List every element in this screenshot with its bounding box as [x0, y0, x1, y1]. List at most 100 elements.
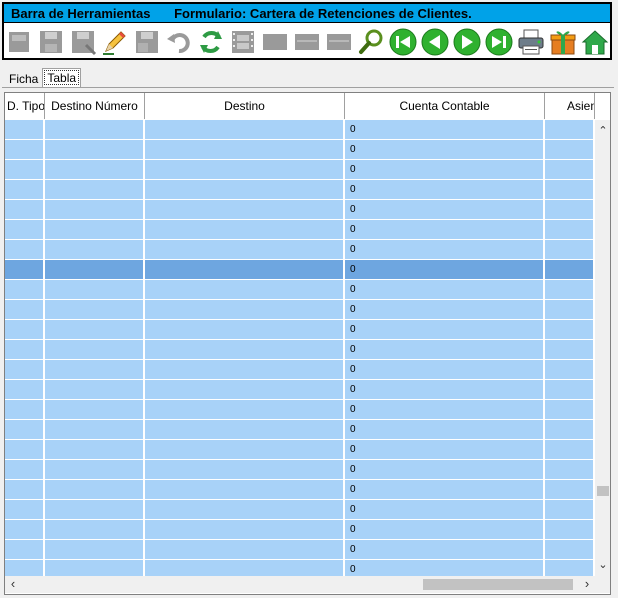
table-row[interactable]: 0: [5, 360, 595, 380]
table-row[interactable]: 0: [5, 220, 595, 240]
cell-destino-numero[interactable]: [45, 340, 145, 359]
cell-destino[interactable]: [145, 500, 345, 519]
vertical-scrollbar[interactable]: ⌃ ⌄: [595, 120, 610, 576]
cell-asiento[interactable]: [545, 280, 595, 299]
cell-cuenta-contable[interactable]: 0: [345, 540, 545, 559]
cell-destino[interactable]: [145, 140, 345, 159]
table-row[interactable]: 0: [5, 140, 595, 160]
cell-asiento[interactable]: [545, 360, 595, 379]
cell-cuenta-contable[interactable]: 0: [345, 120, 545, 139]
cell-d-tipo[interactable]: [5, 460, 45, 479]
cell-destino[interactable]: [145, 360, 345, 379]
cell-asiento[interactable]: [545, 260, 595, 279]
cell-destino[interactable]: [145, 220, 345, 239]
cell-d-tipo[interactable]: [5, 500, 45, 519]
horizontal-scrollbar[interactable]: ‹ ›: [5, 576, 595, 593]
cell-asiento[interactable]: [545, 480, 595, 499]
cell-destino[interactable]: [145, 200, 345, 219]
cell-destino-numero[interactable]: [45, 360, 145, 379]
cell-d-tipo[interactable]: [5, 440, 45, 459]
cell-destino[interactable]: [145, 520, 345, 539]
cell-destino-numero[interactable]: [45, 420, 145, 439]
table-row[interactable]: 0: [5, 400, 595, 420]
cell-asiento[interactable]: [545, 220, 595, 239]
cell-asiento[interactable]: [545, 120, 595, 139]
cell-destino[interactable]: [145, 260, 345, 279]
cell-cuenta-contable[interactable]: 0: [345, 140, 545, 159]
cell-destino-numero[interactable]: [45, 160, 145, 179]
cell-destino-numero[interactable]: [45, 440, 145, 459]
table-row[interactable]: 0: [5, 340, 595, 360]
cell-destino[interactable]: [145, 540, 345, 559]
cell-d-tipo[interactable]: [5, 360, 45, 379]
table-row[interactable]: 0: [5, 420, 595, 440]
last-record-button[interactable]: [484, 27, 514, 57]
column-header-destino[interactable]: Destino: [145, 93, 345, 119]
cell-destino[interactable]: [145, 440, 345, 459]
cell-destino[interactable]: [145, 280, 345, 299]
cell-destino-numero[interactable]: [45, 460, 145, 479]
cell-cuenta-contable[interactable]: 0: [345, 400, 545, 419]
cell-asiento[interactable]: [545, 300, 595, 319]
refresh-button[interactable]: [196, 27, 226, 57]
table-row[interactable]: 0: [5, 480, 595, 500]
column-header-d-tipo[interactable]: D. Tipo: [5, 93, 45, 119]
next-record-button[interactable]: [452, 27, 482, 57]
cell-asiento[interactable]: [545, 340, 595, 359]
tab-tabla[interactable]: Tabla: [42, 68, 82, 87]
cell-destino-numero[interactable]: [45, 300, 145, 319]
cell-asiento[interactable]: [545, 160, 595, 179]
gift-button[interactable]: [548, 27, 578, 57]
cell-destino[interactable]: [145, 480, 345, 499]
table-row[interactable]: 0: [5, 440, 595, 460]
cell-cuenta-contable[interactable]: 0: [345, 500, 545, 519]
cell-d-tipo[interactable]: [5, 420, 45, 439]
table-row[interactable]: 0: [5, 120, 595, 140]
table-row[interactable]: 0: [5, 180, 595, 200]
column-header-asiento[interactable]: Asien: [545, 93, 595, 119]
table-row[interactable]: 0: [5, 160, 595, 180]
home-button[interactable]: [580, 27, 610, 57]
search-button[interactable]: [356, 27, 386, 57]
cell-destino[interactable]: [145, 320, 345, 339]
cell-destino-numero[interactable]: [45, 400, 145, 419]
cell-d-tipo[interactable]: [5, 240, 45, 259]
cell-asiento[interactable]: [545, 440, 595, 459]
cell-asiento[interactable]: [545, 200, 595, 219]
cell-destino-numero[interactable]: [45, 140, 145, 159]
cell-destino-numero[interactable]: [45, 120, 145, 139]
cell-d-tipo[interactable]: [5, 140, 45, 159]
cell-destino[interactable]: [145, 460, 345, 479]
table-row[interactable]: 0: [5, 460, 595, 480]
cell-destino-numero[interactable]: [45, 380, 145, 399]
table-row[interactable]: 0: [5, 280, 595, 300]
cell-destino-numero[interactable]: [45, 240, 145, 259]
scroll-left-icon[interactable]: ‹: [5, 576, 21, 593]
cell-asiento[interactable]: [545, 180, 595, 199]
cell-asiento[interactable]: [545, 540, 595, 559]
cell-d-tipo[interactable]: [5, 480, 45, 499]
cell-destino[interactable]: [145, 160, 345, 179]
cell-cuenta-contable[interactable]: 0: [345, 380, 545, 399]
cell-destino[interactable]: [145, 240, 345, 259]
cell-d-tipo[interactable]: [5, 280, 45, 299]
cell-cuenta-contable[interactable]: 0: [345, 440, 545, 459]
cell-destino[interactable]: [145, 180, 345, 199]
cell-asiento[interactable]: [545, 520, 595, 539]
table-row[interactable]: 0: [5, 380, 595, 400]
printer-button[interactable]: [516, 27, 546, 57]
cell-destino-numero[interactable]: [45, 320, 145, 339]
cell-destino-numero[interactable]: [45, 260, 145, 279]
table-row[interactable]: 0: [5, 540, 595, 560]
table-row[interactable]: 0: [5, 200, 595, 220]
cell-cuenta-contable[interactable]: 0: [345, 180, 545, 199]
cell-destino-numero[interactable]: [45, 480, 145, 499]
table-row[interactable]: 0: [5, 300, 595, 320]
cell-destino-numero[interactable]: [45, 220, 145, 239]
cell-destino[interactable]: [145, 120, 345, 139]
vertical-scroll-thumb[interactable]: [597, 486, 609, 496]
cell-asiento[interactable]: [545, 460, 595, 479]
cell-cuenta-contable[interactable]: 0: [345, 460, 545, 479]
cell-destino[interactable]: [145, 340, 345, 359]
cell-asiento[interactable]: [545, 400, 595, 419]
